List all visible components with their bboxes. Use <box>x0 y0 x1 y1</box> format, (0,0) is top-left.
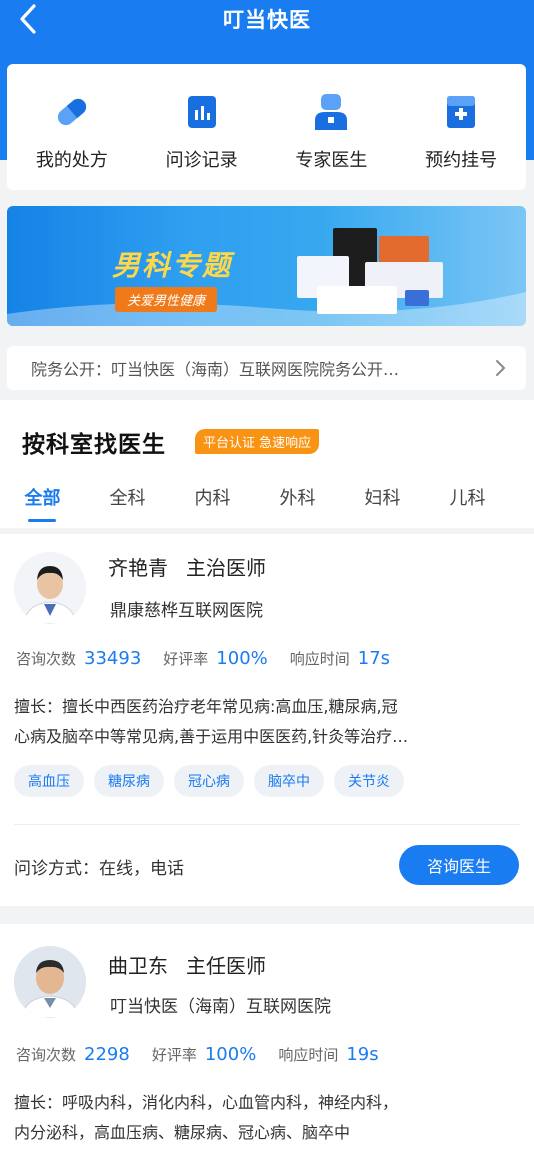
doctor-card[interactable]: 齐艳青 主治医师 鼎康慈桦互联网医院 咨询次数 33493 好评率 100% 响应… <box>0 534 534 906</box>
certification-badge: 平台认证 急速响应 <box>195 429 320 454</box>
consult-count: 33493 <box>84 648 142 669</box>
quick-label: 专家医生 <box>295 150 368 171</box>
capsule-icon <box>52 92 92 132</box>
avatar <box>14 552 86 624</box>
consult-count-label: 咨询次数 <box>16 650 77 668</box>
doctor-name-row: 齐艳青 主治医师 <box>108 552 266 581</box>
response-time: 19s <box>346 1044 379 1065</box>
doctor-hospital: 鼎康慈桦互联网医院 <box>110 601 263 621</box>
tab-surgery[interactable]: 外科 <box>255 484 340 516</box>
page-title: 叮当快医 <box>223 8 311 32</box>
rating-label: 好评率 <box>163 650 209 668</box>
doctor-hospital: 叮当快医（海南）互联网医院 <box>110 997 331 1017</box>
response-time: 17s <box>357 648 391 669</box>
medicine-box-illustration <box>317 286 397 314</box>
chevron-right-icon <box>496 360 506 376</box>
quick-records[interactable]: 问诊记录 <box>137 64 267 190</box>
department-section: 按科室找医生 平台认证 急速响应 全部 全科 内科 外科 妇科 儿科 <box>0 400 534 528</box>
specialty-line: 心病及脑卒中等常见病,善于运用中医医药,针灸等治疗… <box>14 727 409 746</box>
doctor-title: 主任医师 <box>186 954 266 978</box>
response-label: 响应时间 <box>278 1046 339 1064</box>
specialty-line: 内分泌科，高血压病、糖尿病、冠心病、脑卒中 <box>14 1123 351 1142</box>
banner-wave-decoration <box>7 292 526 326</box>
section-heading: 按科室找医生 <box>22 432 166 458</box>
doctor-name: 曲卫东 <box>108 954 168 978</box>
consult-mode: 问诊方式：在线，电话 <box>14 859 184 879</box>
quick-label: 我的处方 <box>35 150 108 171</box>
disease-tag[interactable]: 高血压 <box>14 765 84 797</box>
consult-count-label: 咨询次数 <box>16 1046 77 1064</box>
disease-tag[interactable]: 冠心病 <box>174 765 244 797</box>
tab-internal[interactable]: 内科 <box>170 484 255 516</box>
rating-value: 100% <box>204 1044 257 1065</box>
banner-title: 男科专题 <box>112 249 233 282</box>
disease-tags: 高血压 糖尿病 冠心病 脑卒中 关节炎 <box>14 765 414 797</box>
doctor-specialty: 擅长：擅长中西医药治疗老年常见病:高血压,糖尿病,冠 心病及脑卒中等常见病,善于… <box>14 692 520 752</box>
notice-bar[interactable]: 院务公开：叮当快医（海南）互联网医院院务公开… <box>7 346 526 390</box>
specialty-line: 擅长：擅长中西医药治疗老年常见病:高血压,糖尿病,冠 <box>14 697 398 716</box>
banner-subtitle: 关爱男性健康 <box>115 287 218 312</box>
notice-text: 院务公开：叮当快医（海南）互联网医院院务公开… <box>31 360 400 379</box>
records-icon <box>182 92 222 132</box>
doctor-title: 主治医师 <box>186 556 266 580</box>
response-label: 响应时间 <box>289 650 350 668</box>
doctor-stats: 咨询次数 2298 好评率 100% 响应时间 19s <box>16 1044 401 1065</box>
quick-label: 预约挂号 <box>425 150 498 171</box>
doctor-card[interactable]: 曲卫东 主任医师 叮当快医（海南）互联网医院 咨询次数 2298 好评率 100%… <box>0 924 534 1158</box>
tab-pediatrics[interactable]: 儿科 <box>425 484 510 516</box>
quick-experts[interactable]: 专家医生 <box>267 64 397 190</box>
doctor-stats: 咨询次数 33493 好评率 100% 响应时间 17s <box>16 648 412 669</box>
doctor-specialty: 擅长：呼吸内科，消化内科，心血管内科，神经内科， 内分泌科，高血压病、糖尿病、冠… <box>14 1088 520 1148</box>
quick-prescription[interactable]: 我的处方 <box>7 64 137 190</box>
consult-doctor-button[interactable]: 咨询医生 <box>399 845 519 885</box>
quick-appointment[interactable]: 预约挂号 <box>396 64 526 190</box>
disease-tag[interactable]: 糖尿病 <box>94 765 164 797</box>
disease-tag[interactable]: 脑卒中 <box>254 765 324 797</box>
doctor-name-row: 曲卫东 主任医师 <box>108 950 266 979</box>
medicine-box-illustration <box>405 290 429 306</box>
promo-banner[interactable]: 男科专题 关爱男性健康 <box>7 206 526 326</box>
doctor-icon <box>311 92 351 132</box>
rating-value: 100% <box>216 648 268 669</box>
divider <box>14 824 520 825</box>
consult-count: 2298 <box>84 1044 130 1065</box>
appointment-icon <box>441 92 481 132</box>
nav-bar: 叮当快医 <box>0 0 534 42</box>
quick-label: 问诊记录 <box>165 150 238 171</box>
department-tabs: 全部 全科 内科 外科 妇科 儿科 <box>0 484 534 522</box>
rating-label: 好评率 <box>151 1046 197 1064</box>
tab-gynecology[interactable]: 妇科 <box>340 484 425 516</box>
quick-actions: 我的处方 问诊记录 专家医生 预约挂号 <box>7 64 526 190</box>
doctor-name: 齐艳青 <box>108 556 168 580</box>
tab-general[interactable]: 全科 <box>85 484 170 516</box>
tab-all[interactable]: 全部 <box>0 484 85 522</box>
specialty-line: 擅长：呼吸内科，消化内科，心血管内科，神经内科， <box>14 1093 399 1112</box>
avatar <box>14 946 86 1018</box>
disease-tag[interactable]: 关节炎 <box>334 765 404 797</box>
